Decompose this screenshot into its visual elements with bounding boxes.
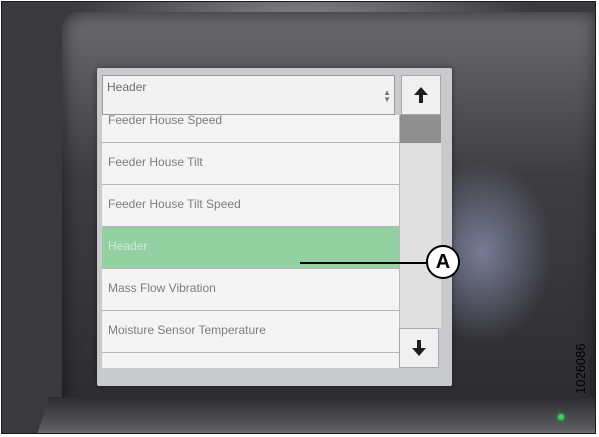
list-item-label: Moisture Sensor Temperature <box>108 323 266 337</box>
updown-arrows-icon: ▲ ▼ <box>383 88 391 104</box>
header-dropdown[interactable]: Header ▲ ▼ <box>102 75 395 115</box>
sensor-list: Feeder House Speed Feeder House Tilt Fee… <box>102 115 399 368</box>
list-item-label: Feeder House Tilt Speed <box>108 197 241 211</box>
scroll-down-button[interactable] <box>399 328 439 368</box>
list-item[interactable]: Feeder House Tilt <box>102 143 399 185</box>
list-item-label: Mass Flow Vibration <box>108 281 216 295</box>
display-bezel-bottom <box>34 397 595 433</box>
list-item-label: Header <box>108 239 148 253</box>
callout-label: A <box>426 245 460 279</box>
arrow-up-icon <box>414 87 428 103</box>
scroll-up-button[interactable] <box>401 75 441 115</box>
list-item-label: Feeder House Tilt <box>108 155 203 169</box>
list-item-label: Feeder House Speed <box>108 115 223 127</box>
arrow-down-icon <box>412 340 426 356</box>
list-item[interactable]: Feeder House Speed <box>102 115 399 143</box>
dropdown-selected-value: Header <box>107 80 147 94</box>
scrollbar-thumb[interactable] <box>400 115 441 143</box>
callout-leader-line <box>300 262 426 264</box>
list-item[interactable]: Moisture Sensor Temperature <box>102 311 399 353</box>
list-item[interactable]: Feeder House Tilt Speed <box>102 185 399 227</box>
list-scrollbar[interactable] <box>399 115 441 328</box>
figure-frame: Header ▲ ▼ Feeder House Speed Feeder Hous… <box>1 1 596 434</box>
figure-number: 1026086 <box>573 343 588 394</box>
list-item[interactable]: Mass Flow Vibration <box>102 269 399 311</box>
status-led <box>558 414 564 420</box>
